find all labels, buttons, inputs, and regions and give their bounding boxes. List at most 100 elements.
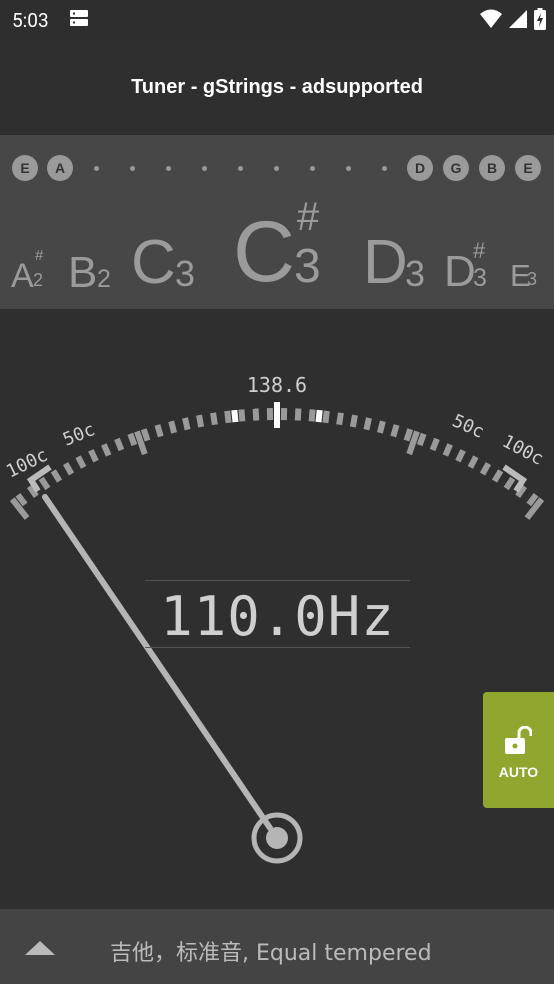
auto-label: AUTO <box>498 764 539 780</box>
right-100c-label: 100c <box>499 431 547 470</box>
note-octave: 3 <box>405 253 426 294</box>
scale-tick <box>238 409 246 422</box>
left-50c-label: 50c <box>60 419 98 451</box>
position-dot <box>130 166 135 171</box>
scale-tick <box>349 414 358 428</box>
scale-tick <box>403 428 414 442</box>
note-octave: 2 <box>33 270 44 290</box>
string-button-b[interactable]: B <box>479 155 505 181</box>
scale-tick <box>294 408 302 421</box>
scale-tick <box>479 462 492 476</box>
scale-tick <box>491 469 504 483</box>
status-time: 5:03 <box>12 9 49 32</box>
scale-tick <box>467 455 479 469</box>
note-accidental: # <box>297 195 320 239</box>
note-a-sharp-2: A # 2 <box>11 247 43 296</box>
scale-tick <box>210 412 218 426</box>
left-100c-label: 100c <box>3 445 51 483</box>
note-letter: D <box>363 228 408 297</box>
scale-tick <box>75 455 87 469</box>
scale-tick <box>88 449 99 463</box>
string-button-e-high[interactable]: E <box>515 155 541 181</box>
position-dot <box>382 166 387 171</box>
expand-up-icon[interactable] <box>25 940 55 956</box>
needle <box>42 494 273 831</box>
note-letter: A <box>11 257 34 295</box>
right-50c-label: 50c <box>449 410 487 442</box>
scale-tick <box>101 443 112 457</box>
frequency-value: 110.0Hz <box>160 585 395 648</box>
note-e-3: E 3 <box>510 258 537 294</box>
string-button-e-low[interactable]: E <box>12 155 38 181</box>
auto-lock-button[interactable]: AUTO <box>483 692 554 808</box>
battery-charging-icon <box>534 8 546 30</box>
scale-tick <box>336 412 344 426</box>
position-dot <box>202 166 207 171</box>
scale-tick <box>252 408 260 421</box>
string-button-g[interactable]: G <box>443 155 469 181</box>
note-octave: 3 <box>473 264 487 292</box>
app-bar: Tuner - gStrings - adsupported <box>0 40 554 135</box>
status-bar: 5:03 <box>0 0 554 40</box>
scale-tick <box>182 417 191 431</box>
scale-tick <box>390 424 400 438</box>
scale-tick <box>322 410 330 424</box>
scale-tick <box>224 410 232 424</box>
note-strip: E A D G B E A # 2 B 2 C 3 C # 3 D 3 D # … <box>0 135 554 309</box>
scale-tick <box>416 432 427 447</box>
scale-tick <box>168 420 178 434</box>
scale-tick <box>62 462 75 476</box>
strings-row: E A D G B E <box>0 155 554 181</box>
position-dot <box>238 166 243 171</box>
needle-pivot <box>266 827 288 849</box>
scale-tick <box>154 424 164 438</box>
scale-tick <box>231 409 239 423</box>
scale-tick <box>140 428 151 442</box>
scale-tick <box>38 476 51 491</box>
frequency-display: 110.0Hz <box>145 580 410 648</box>
scale-tick <box>315 409 323 423</box>
wifi-icon <box>480 9 502 28</box>
string-button-a[interactable]: A <box>47 155 73 181</box>
scale-tick <box>127 432 138 447</box>
app-title: Tuner - gStrings - adsupported <box>131 76 423 98</box>
cellular-signal-icon <box>509 10 527 28</box>
note-d-sharp-3: D # 3 <box>444 238 487 297</box>
current-note-c-sharp-3: C # 3 <box>233 195 321 302</box>
note-letter: B <box>68 248 98 297</box>
string-button-d[interactable]: D <box>407 155 433 181</box>
instrument-tuning-label: 吉他，标准音, Equal tempered <box>110 941 432 966</box>
scale-tick <box>50 469 63 483</box>
unlock-icon <box>505 726 532 754</box>
note-accidental: # <box>35 247 44 264</box>
note-letter: C <box>233 204 296 300</box>
position-dot <box>94 166 99 171</box>
scale-tick <box>363 417 372 431</box>
scale-tick <box>376 420 386 434</box>
position-dot <box>310 166 315 171</box>
tuning-meter: 138.6 100c 50c 50c 100c 110.0Hz <box>0 309 554 909</box>
target-frequency-label: 138.6 <box>247 373 307 397</box>
scale-tick <box>429 437 440 452</box>
scale-tick <box>455 449 466 463</box>
note-accidental: # <box>473 238 486 263</box>
position-dot <box>166 166 171 171</box>
scale-tick <box>114 437 125 452</box>
note-octave: 3 <box>294 240 321 293</box>
scale-tick <box>442 443 453 457</box>
note-d-3: D 3 <box>363 227 425 298</box>
note-octave: 2 <box>97 265 111 293</box>
storage-icon <box>70 10 88 26</box>
note-b-2: B 2 <box>68 248 111 298</box>
note-octave: 3 <box>527 269 538 289</box>
scale-tick <box>196 414 205 428</box>
note-octave: 3 <box>175 253 196 294</box>
scale-tick <box>503 476 516 491</box>
note-c-3: C 3 <box>131 227 195 298</box>
note-letter: C <box>131 228 176 297</box>
scale-tick <box>308 409 316 422</box>
instrument-selector-bar[interactable]: 吉他，标准音, Equal tempered <box>0 909 554 984</box>
position-dot <box>274 166 279 171</box>
note-letter: D <box>444 247 476 296</box>
position-dot <box>346 166 351 171</box>
